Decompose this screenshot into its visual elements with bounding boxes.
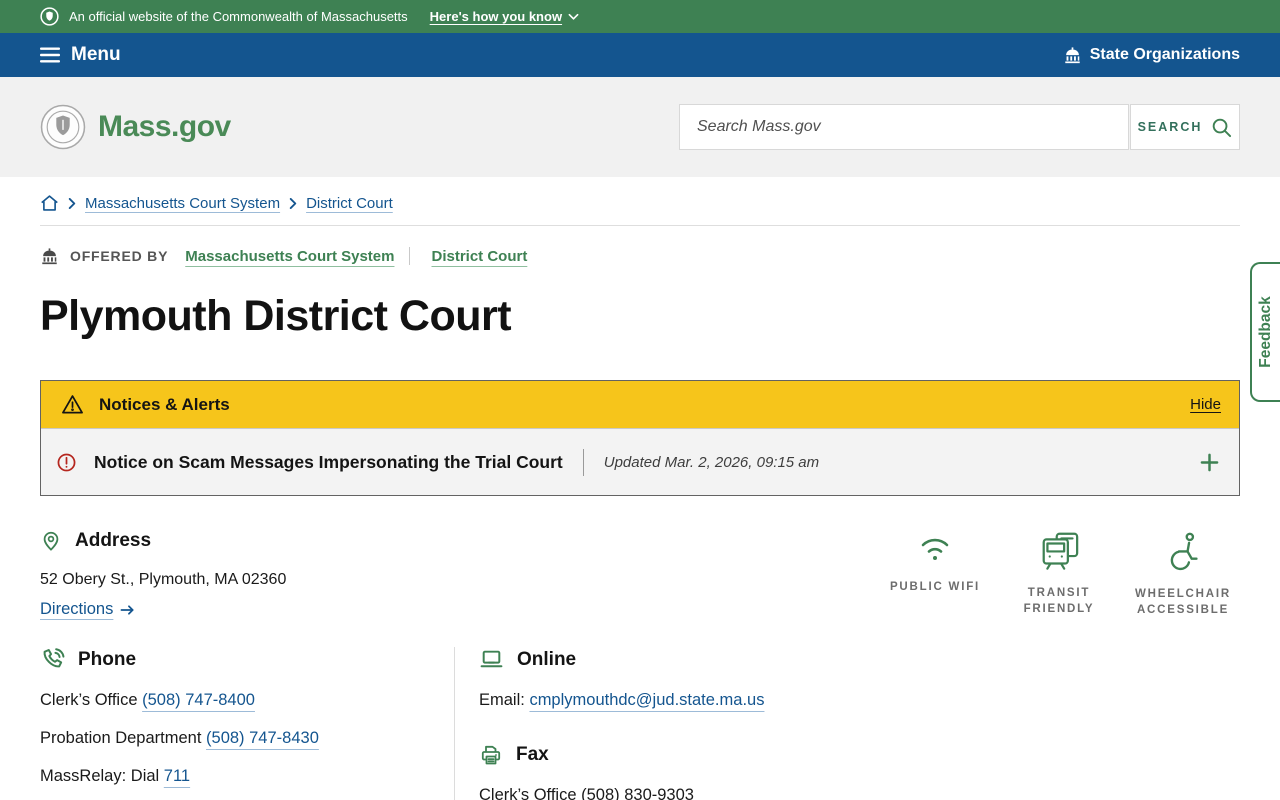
offered-by-link-district-court[interactable]: District Court (431, 248, 527, 265)
contact-columns: Phone Clerk’s Office (508) 747-8400 Prob… (40, 647, 1240, 800)
phone-icon (40, 647, 65, 672)
warning-triangle-icon (61, 393, 84, 416)
amenities: PUBLIC WIFI TRANSIT FRIENDLY WHEELCHAIR … (878, 529, 1240, 618)
phone-heading: Phone (78, 649, 136, 671)
plus-icon (1200, 453, 1219, 472)
laptop-icon (479, 647, 504, 672)
feedback-label: Feedback (1257, 296, 1275, 368)
feedback-tab[interactable]: Feedback (1250, 262, 1280, 402)
state-seal-icon (40, 7, 59, 26)
massgov-seal-icon (40, 104, 86, 150)
search-icon (1211, 117, 1232, 138)
online-heading: Online (517, 649, 576, 671)
arrow-right-icon (120, 604, 135, 616)
phone-link-massrelay[interactable]: 711 (164, 767, 190, 785)
amenity-label: PUBLIC WIFI (890, 579, 980, 595)
heres-how-you-know-link[interactable]: Here's how you know (430, 9, 579, 24)
capitol-icon (40, 248, 59, 265)
notices-alerts-box: Notices & Alerts Hide Notice on Scam Mes… (40, 380, 1240, 496)
main-navbar: Menu State Organizations (0, 33, 1280, 77)
home-icon (40, 194, 59, 212)
phone-section: Phone Clerk’s Office (508) 747-8400 Prob… (40, 647, 454, 800)
hamburger-icon (40, 47, 60, 63)
amenity-label: TRANSIT FRIENDLY (1002, 585, 1116, 617)
chevron-right-icon (289, 198, 297, 209)
search-form: SEARCH (679, 104, 1240, 150)
address-heading: Address (75, 530, 151, 552)
fax-number: (508) 830-9303 (581, 786, 694, 800)
offered-by-label: OFFERED BY (70, 248, 168, 264)
phone-link-clerks-office[interactable]: (508) 747-8400 (142, 691, 255, 709)
location-pin-icon (40, 529, 62, 553)
phone-entry: MassRelay: Dial 711 (40, 767, 434, 786)
alerts-title: Notices & Alerts (99, 395, 230, 415)
directions-link[interactable]: Directions (40, 600, 135, 619)
alert-circle-icon (56, 452, 77, 473)
chevron-right-icon (68, 198, 76, 209)
email-link[interactable]: cmplymouthdc@jud.state.ma.us (529, 691, 764, 709)
address-section: Address 52 Obery St., Plymouth, MA 02360… (40, 529, 1240, 619)
breadcrumb: Massachusetts Court System District Cour… (40, 194, 1240, 212)
menu-label: Menu (71, 44, 121, 66)
amenity-label: WHEELCHAIR ACCESSIBLE (1126, 586, 1240, 618)
official-banner-text: An official website of the Commonwealth … (69, 9, 408, 24)
official-banner: An official website of the Commonwealth … (0, 0, 1280, 33)
fax-heading: Fax (516, 744, 549, 766)
wifi-icon (913, 531, 957, 564)
transit-icon (1038, 531, 1081, 570)
alert-updated-timestamp: Updated Mar. 2, 2026, 09:15 am (604, 454, 819, 471)
amenity-public-wifi: PUBLIC WIFI (878, 531, 992, 618)
capitol-icon (1063, 47, 1082, 64)
amenity-transit-friendly: TRANSIT FRIENDLY (1002, 531, 1116, 618)
state-organizations-link[interactable]: State Organizations (1063, 46, 1240, 64)
search-button[interactable]: SEARCH (1130, 104, 1240, 150)
menu-button[interactable]: Menu (40, 44, 121, 66)
alert-item: Notice on Scam Messages Impersonating th… (41, 428, 1239, 495)
breadcrumb-link-court-system[interactable]: Massachusetts Court System (85, 195, 280, 212)
search-input[interactable] (679, 104, 1129, 150)
offered-by: OFFERED BY Massachusetts Court System Di… (40, 247, 1240, 265)
wheelchair-icon (1163, 531, 1203, 571)
online-fax-column: Online Email: cmplymouthdc@jud.state.ma.… (454, 647, 1240, 800)
alerts-header: Notices & Alerts Hide (41, 381, 1239, 428)
alert-item-title[interactable]: Notice on Scam Messages Impersonating th… (94, 452, 563, 473)
hide-alerts-link[interactable]: Hide (1190, 396, 1221, 413)
breadcrumb-divider (40, 225, 1240, 226)
phone-entry: Probation Department (508) 747-8430 (40, 729, 434, 748)
offered-by-link-court-system[interactable]: Massachusetts Court System (185, 248, 394, 265)
expand-alert-button[interactable] (1200, 453, 1219, 472)
massgov-logo-text: Mass.gov (98, 110, 231, 144)
amenity-wheelchair-accessible: WHEELCHAIR ACCESSIBLE (1126, 531, 1240, 618)
page-title: Plymouth District Court (40, 292, 1240, 341)
fax-entry: Clerk’s Office (508) 830-9303 (479, 786, 1240, 800)
chevron-down-icon (568, 13, 579, 21)
massgov-logo[interactable]: Mass.gov (40, 104, 231, 150)
separator (583, 449, 584, 476)
fax-icon (479, 743, 503, 767)
fax-section: Fax Clerk’s Office (508) 830-9303 (479, 743, 1240, 800)
online-section: Online Email: cmplymouthdc@jud.state.ma.… (479, 647, 1240, 710)
address-block: Address 52 Obery St., Plymouth, MA 02360… (40, 529, 286, 619)
breadcrumb-home-link[interactable] (40, 194, 59, 212)
breadcrumb-link-district-court[interactable]: District Court (306, 195, 393, 212)
email-entry: Email: cmplymouthdc@jud.state.ma.us (479, 691, 1240, 710)
address-text: 52 Obery St., Plymouth, MA 02360 (40, 571, 286, 589)
phone-entry: Clerk’s Office (508) 747-8400 (40, 691, 434, 710)
separator (409, 247, 410, 265)
phone-link-probation[interactable]: (508) 747-8430 (206, 729, 319, 747)
site-header: Mass.gov SEARCH (0, 77, 1280, 177)
